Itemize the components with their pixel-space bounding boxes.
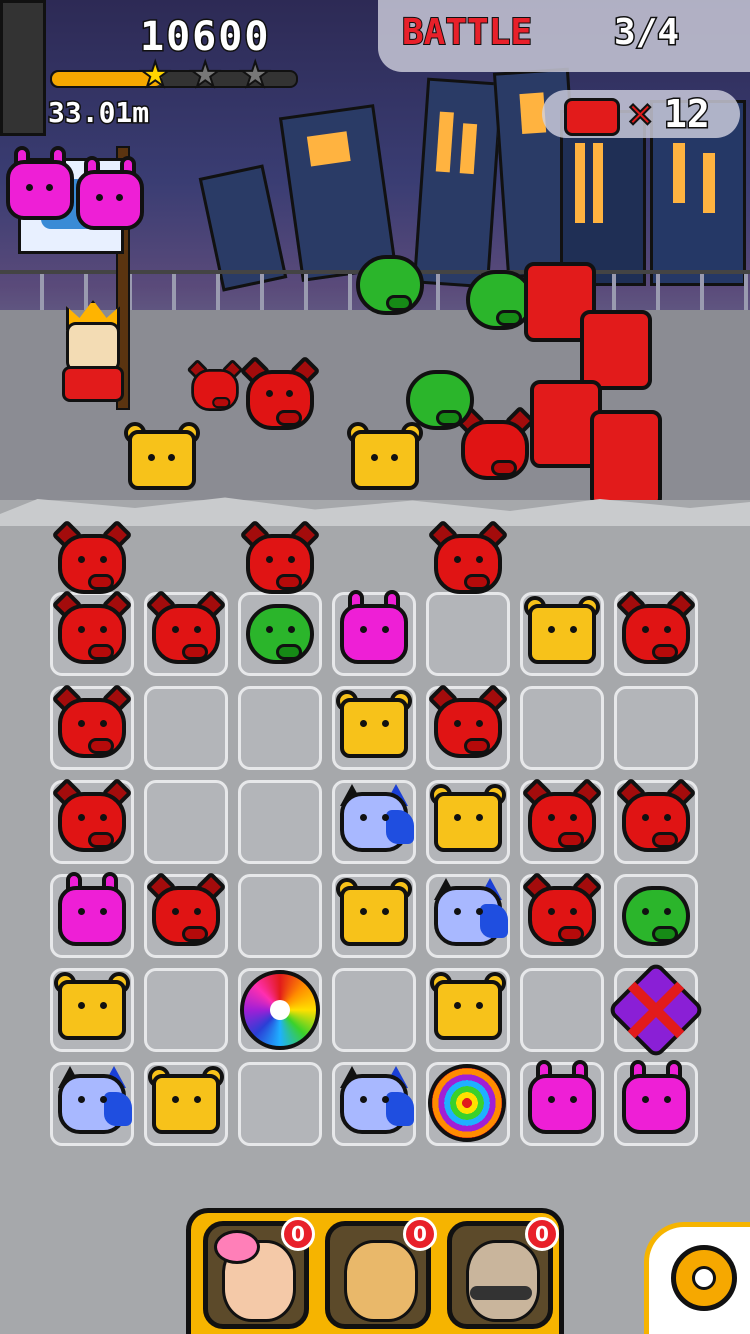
bear-tile[interactable] [522, 594, 602, 674]
pig-tile[interactable] [239, 519, 321, 604]
bunny-ally [0, 146, 80, 230]
frog-tile[interactable] [240, 594, 320, 674]
king-hero [60, 300, 124, 402]
battle-count: 3/4 [612, 11, 680, 55]
pig-tile[interactable] [51, 777, 133, 862]
pig-tile[interactable] [521, 777, 603, 862]
frog-ally [350, 245, 430, 325]
board-cell[interactable] [238, 874, 322, 958]
skill-charge-badge: 0 [403, 1217, 437, 1251]
red-robot-enemy [580, 310, 652, 390]
enemy-multiplier: × [625, 93, 655, 135]
board-cell[interactable] [520, 686, 604, 770]
skill-charge-badge: 0 [281, 1217, 315, 1251]
board-cell[interactable] [238, 1062, 322, 1146]
game-screen: 10600 ★ ★ ★ 33.01m BATTLE 3/4 × 12 0 0 0 [0, 0, 750, 1334]
bear-ally [122, 420, 202, 500]
board-cell[interactable] [144, 686, 228, 770]
board-cell[interactable] [144, 968, 228, 1052]
board-cell[interactable] [238, 686, 322, 770]
pig-tile[interactable] [145, 871, 227, 956]
cat-tile[interactable] [334, 782, 414, 862]
pig-tile[interactable] [521, 871, 603, 956]
bunny-tile[interactable] [52, 872, 132, 956]
building [0, 0, 46, 136]
settings-panel [644, 1222, 750, 1334]
rainbow-flower-powerup[interactable] [240, 970, 320, 1050]
pig-tile[interactable] [51, 589, 133, 674]
bear-tile[interactable] [428, 970, 508, 1050]
star-icon: ★ [239, 55, 272, 95]
bear-tile[interactable] [334, 876, 414, 956]
battle-label: BATTLE [401, 11, 533, 54]
settings-gear-icon[interactable] [671, 1245, 737, 1311]
mustache-boss-portrait [466, 1240, 540, 1322]
bullseye-powerup[interactable] [428, 1064, 506, 1142]
star-icon: ★ [139, 55, 172, 95]
grinning-warrior-portrait [344, 1240, 418, 1322]
frog-tile[interactable] [616, 876, 696, 956]
skill-charge-badge: 0 [525, 1217, 559, 1251]
cat-tile[interactable] [52, 1064, 132, 1144]
enemy-robot-icon [564, 98, 620, 136]
enemy-counter: × 12 [542, 90, 740, 138]
bunny-tile[interactable] [522, 1060, 602, 1144]
board-cell[interactable] [520, 968, 604, 1052]
bunny-tile[interactable] [616, 1060, 696, 1144]
board-cell[interactable] [614, 686, 698, 770]
bear-tile[interactable] [52, 970, 132, 1050]
board-cell[interactable] [238, 780, 322, 864]
board-cell[interactable] [144, 780, 228, 864]
pig-tile[interactable] [615, 589, 697, 674]
bear-tile[interactable] [334, 688, 414, 768]
pig-ally [186, 358, 244, 418]
cat-tile[interactable] [334, 1064, 414, 1144]
pig-tile[interactable] [145, 589, 227, 674]
frog-ally [400, 360, 480, 440]
bear-tile[interactable] [146, 1064, 226, 1144]
stage-progress-bar: ★ ★ ★ [50, 57, 298, 93]
pig-tile[interactable] [51, 519, 133, 604]
pig-tile[interactable] [427, 519, 509, 604]
star-icon: ★ [189, 55, 222, 95]
pig-tile[interactable] [427, 683, 509, 768]
pig-tile[interactable] [615, 777, 697, 862]
cat-tile[interactable] [428, 876, 508, 956]
distance-display: 33.01m [46, 95, 150, 131]
red-robot-enemy [590, 410, 662, 508]
score-display: 10600 [138, 13, 271, 62]
board-cell[interactable] [332, 968, 416, 1052]
board-cell[interactable] [426, 592, 510, 676]
bear-tile[interactable] [428, 782, 508, 862]
enemy-count: 12 [663, 91, 712, 138]
battle-panel: BATTLE 3/4 [378, 0, 750, 72]
character-skill-bar: 0 0 0 [186, 1208, 564, 1334]
bunny-tile[interactable] [334, 590, 414, 674]
bunny-ally [70, 156, 150, 240]
pig-tile[interactable] [51, 683, 133, 768]
pig-ally [239, 355, 321, 440]
